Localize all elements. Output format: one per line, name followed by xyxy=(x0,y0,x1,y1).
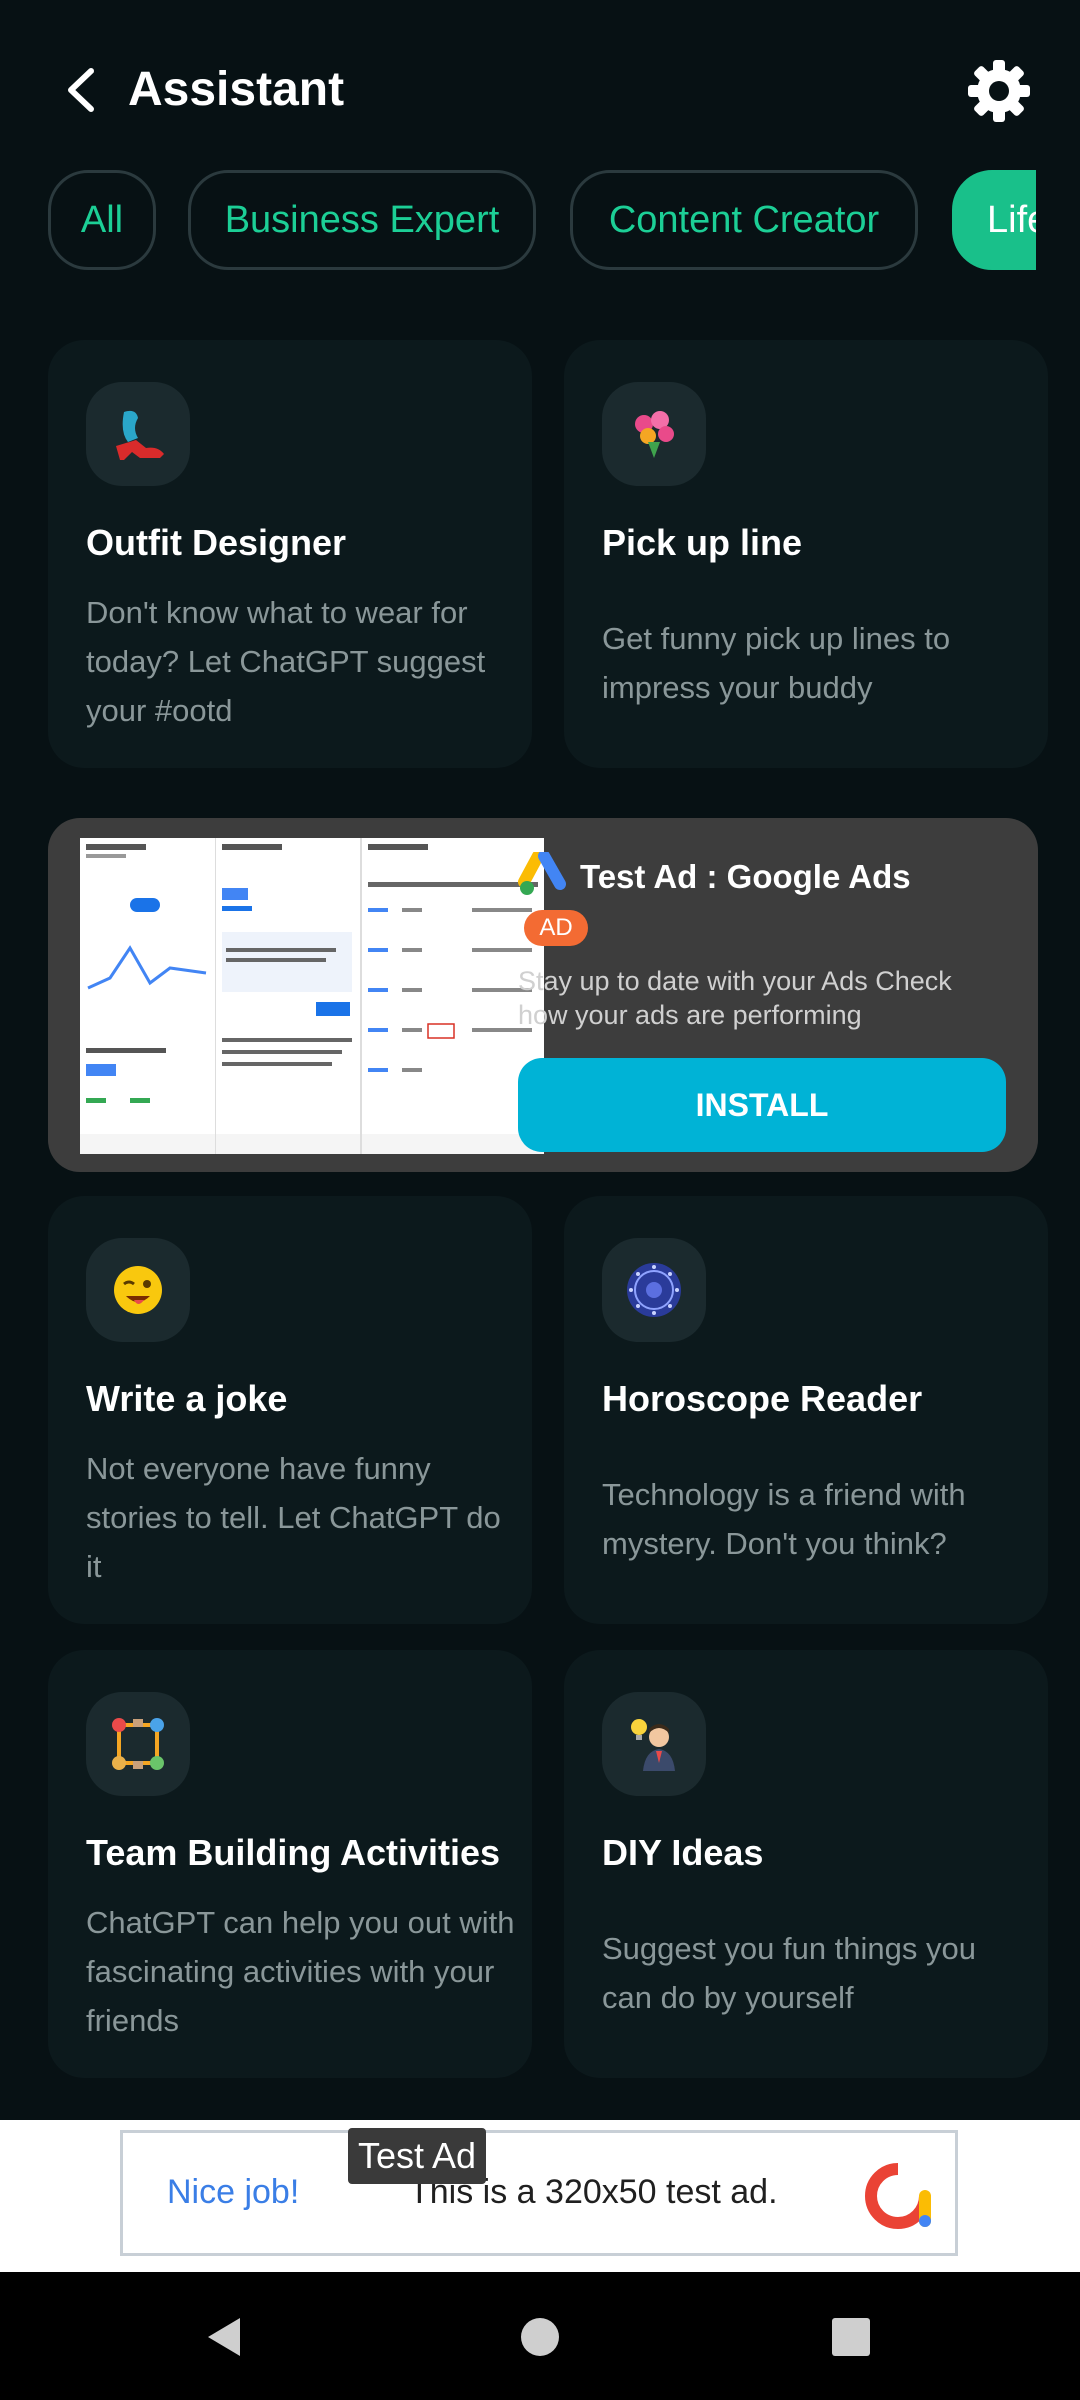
card-description: Not everyone have funny stories to tell.… xyxy=(86,1451,501,1584)
tab-all[interactable]: All xyxy=(48,170,156,270)
card-description: ChatGPT can help you out with fascinatin… xyxy=(86,1905,515,2038)
tab-label: Business Expert xyxy=(224,198,500,241)
page-title: Assistant xyxy=(128,63,345,116)
card-description: Get funny pick up lines to impress your … xyxy=(602,621,951,705)
banner-ad-area: Nice job! This is a 320x50 test ad. xyxy=(0,2120,1080,2272)
triangle-back-icon xyxy=(208,2318,240,2356)
tab-label: All xyxy=(80,198,124,241)
assistant-card-diy-ideas[interactable]: DIY Ideas Suggest you fun things you can… xyxy=(564,1650,1048,2078)
card-icon-container xyxy=(602,1238,706,1342)
gear-icon xyxy=(968,60,1030,122)
ad-screenshot-image xyxy=(80,838,544,1154)
assistant-card-horoscope-reader[interactable]: Horoscope Reader Technology is a friend … xyxy=(564,1196,1048,1624)
tab-label: Life xyxy=(987,198,1036,241)
flower-bouquet-icon xyxy=(635,411,674,458)
card-description: Suggest you fun things you can do by you… xyxy=(602,1931,976,2015)
card-title: Outfit Designer xyxy=(86,522,347,563)
card-icon-container xyxy=(602,1692,706,1796)
tab-life[interactable]: Life xyxy=(952,170,1036,270)
tab-label: Content Creator xyxy=(608,198,880,241)
admob-logo-icon xyxy=(865,2163,931,2229)
ad-title: Test Ad : Google Ads xyxy=(580,858,911,895)
install-button[interactable]: INSTALL xyxy=(518,1058,1006,1152)
circle-home-icon xyxy=(521,2318,559,2356)
native-ad-card[interactable]: Test Ad : Google Ads AD Stay up to date … xyxy=(48,818,1038,1172)
square-recents-icon xyxy=(832,2318,870,2356)
team-people-icon xyxy=(112,1718,164,1770)
assistant-card-team-building-activities[interactable]: Team Building Activities ChatGPT can hel… xyxy=(48,1650,532,2078)
ad-badge: AD xyxy=(524,910,588,946)
ad-screenshot-panel xyxy=(216,838,362,1154)
category-tabs: All Business Expert Content Creator Life xyxy=(0,168,1036,278)
chevron-left-icon xyxy=(68,68,94,112)
card-title: Team Building Activities xyxy=(86,1832,501,1873)
nav-home-button[interactable] xyxy=(505,2302,575,2372)
card-icon-container xyxy=(602,382,706,486)
assistant-card-write-a-joke[interactable]: Write a joke Not everyone have funny sto… xyxy=(48,1196,532,1624)
assistant-card-outfit-designer[interactable]: Outfit Designer Don't know what to wear … xyxy=(48,340,532,768)
card-title: Write a joke xyxy=(86,1378,288,1419)
winking-face-icon xyxy=(114,1266,162,1314)
card-icon-container xyxy=(86,382,190,486)
google-ads-logo-icon xyxy=(518,852,566,895)
card-description: Don't know what to wear for today? Let C… xyxy=(86,595,486,728)
card-description: Technology is a friend with mystery. Don… xyxy=(602,1477,966,1561)
person-lightbulb-icon xyxy=(631,1719,675,1771)
card-title: Pick up line xyxy=(602,522,803,563)
high-heel-shoe-icon xyxy=(116,410,164,460)
banner-ad[interactable]: Nice job! This is a 320x50 test ad. xyxy=(120,2130,958,2256)
nav-back-button[interactable] xyxy=(190,2302,260,2372)
zodiac-wheel-icon xyxy=(627,1263,681,1317)
back-button[interactable] xyxy=(56,62,104,118)
ad-screenshot-panel xyxy=(362,838,544,1154)
assistant-card-pick-up-line[interactable]: Pick up line Get funny pick up lines to … xyxy=(564,340,1048,768)
banner-nice-text: Nice job! xyxy=(167,2173,300,2211)
ad-description: Stay up to date with your Ads Check how … xyxy=(518,966,952,1030)
ad-screenshot-panel xyxy=(80,838,217,1154)
tab-business-expert[interactable]: Business Expert xyxy=(188,170,536,270)
app-screen: Assistant All Business Expert Content Cr… xyxy=(0,0,1080,2400)
card-icon-container xyxy=(86,1238,190,1342)
system-navigation-bar xyxy=(0,2272,1080,2400)
settings-button[interactable] xyxy=(966,58,1032,124)
test-ad-label: Test Ad xyxy=(348,2128,487,2184)
card-title: DIY Ideas xyxy=(602,1832,764,1873)
app-header: Assistant xyxy=(0,0,1080,180)
card-title: Horoscope Reader xyxy=(602,1378,923,1419)
tab-content-creator[interactable]: Content Creator xyxy=(570,170,918,270)
card-icon-container xyxy=(86,1692,190,1796)
nav-recents-button[interactable] xyxy=(816,2302,886,2372)
